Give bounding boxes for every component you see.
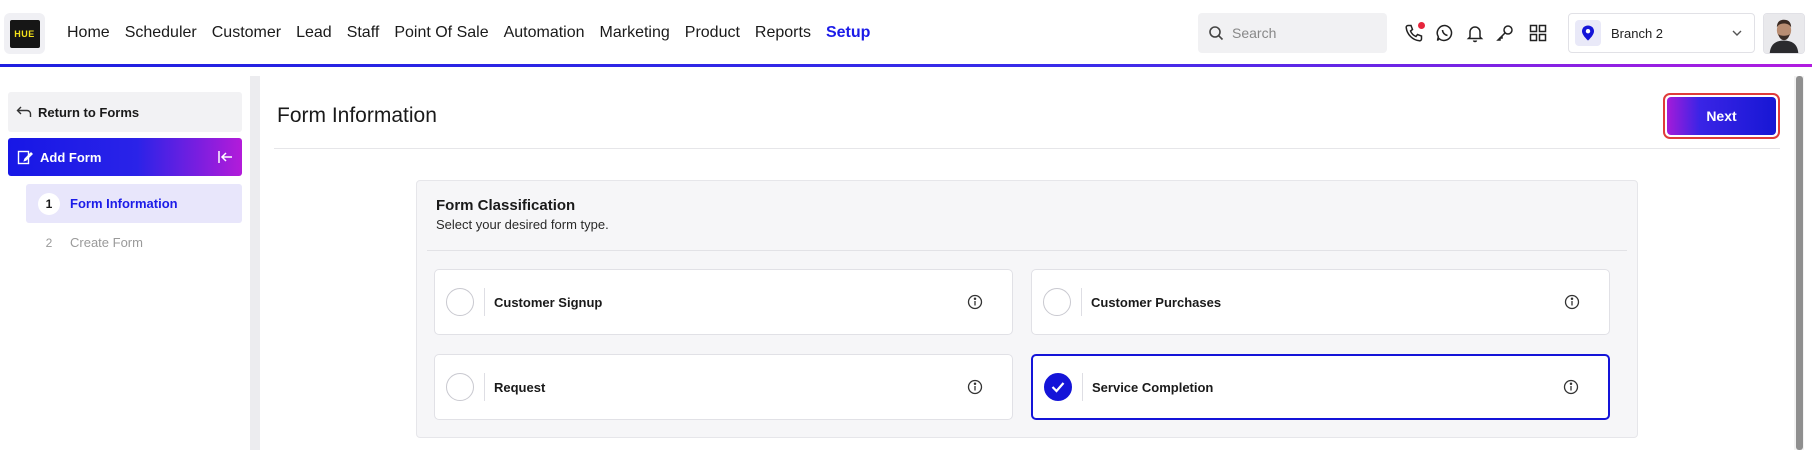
search-input[interactable] [1232, 25, 1382, 41]
user-avatar-icon [1764, 14, 1804, 53]
brand-logo[interactable]: HUE [4, 13, 45, 54]
nav-item-home[interactable]: Home [67, 22, 110, 44]
nav-item-point-of-sale[interactable]: Point Of Sale [394, 22, 488, 44]
checkmark-icon [1051, 382, 1065, 393]
search-icon [1209, 26, 1224, 41]
notification-dot [1418, 22, 1425, 29]
return-to-forms-label: Return to Forms [38, 104, 140, 120]
page-title: Form Information [277, 104, 437, 127]
option-separator [1082, 373, 1083, 401]
search-box[interactable] [1198, 13, 1387, 53]
next-button[interactable]: Next [1663, 93, 1780, 139]
info-icon[interactable] [1563, 379, 1579, 395]
logo-text: HUE [14, 28, 35, 39]
sidebar-divider [250, 76, 260, 450]
classification-subtitle: Select your desired form type. [436, 217, 609, 232]
step-label: Form Information [70, 196, 178, 211]
nav-item-lead[interactable]: Lead [296, 22, 332, 44]
info-icon[interactable] [1564, 294, 1580, 310]
step-number: 1 [38, 192, 60, 215]
option-customer-purchases[interactable]: Customer Purchases [1031, 269, 1610, 335]
logo-mark: HUE [9, 19, 40, 48]
option-label: Customer Signup [494, 294, 603, 310]
option-customer-signup[interactable]: Customer Signup [434, 269, 1013, 335]
next-button-label: Next [1667, 97, 1776, 135]
nav-item-scheduler[interactable]: Scheduler [125, 22, 197, 44]
branch-selector[interactable]: Branch 2 [1568, 13, 1755, 53]
nav-item-product[interactable]: Product [685, 22, 740, 44]
nav-item-automation[interactable]: Automation [504, 22, 585, 44]
return-arrow-icon [16, 106, 32, 117]
nav-item-marketing[interactable]: Marketing [600, 22, 670, 44]
card-divider [427, 250, 1627, 251]
whatsapp-icon[interactable] [1434, 22, 1456, 44]
collapse-sidebar-icon[interactable] [217, 149, 233, 165]
option-radio-checked[interactable] [1044, 373, 1072, 401]
sidebar: Return to Forms Add Form 1 Form Informat… [0, 76, 251, 450]
option-radio[interactable] [446, 373, 474, 401]
location-pin-icon [1575, 20, 1601, 46]
nav-item-reports[interactable]: Reports [755, 22, 811, 44]
step-number: 2 [45, 235, 53, 250]
option-radio[interactable] [1043, 288, 1071, 316]
form-classification-card: Form Classification Select your desired … [416, 180, 1638, 438]
option-service-completion[interactable]: Service Completion [1031, 354, 1610, 420]
step-label: Create Form [70, 235, 143, 250]
avatar[interactable] [1763, 13, 1805, 54]
nav-item-staff[interactable]: Staff [347, 22, 380, 44]
classification-title: Form Classification [436, 197, 576, 214]
option-separator [484, 288, 485, 316]
option-separator [1081, 288, 1082, 316]
option-label: Request [494, 379, 546, 395]
main-nav: Home Scheduler Customer Lead Staff Point… [67, 22, 885, 44]
option-label: Customer Purchases [1091, 294, 1222, 310]
option-label: Service Completion [1092, 379, 1214, 395]
step-create-form[interactable]: 2 Create Form [26, 223, 242, 262]
info-icon[interactable] [967, 294, 983, 310]
option-request[interactable]: Request [434, 354, 1013, 420]
top-bar-accent-line [0, 64, 1812, 67]
edit-form-icon [17, 150, 33, 165]
nav-item-setup[interactable]: Setup [826, 22, 870, 44]
step-form-information[interactable]: 1 Form Information [26, 184, 242, 223]
option-radio[interactable] [446, 288, 474, 316]
bell-icon[interactable] [1464, 22, 1486, 44]
add-form-label: Add Form [40, 149, 102, 165]
scrollbar-thumb[interactable] [1796, 76, 1803, 450]
chevron-down-icon [1732, 30, 1742, 36]
add-form-section-header: Add Form [8, 138, 242, 176]
info-icon[interactable] [967, 379, 983, 395]
branch-label: Branch 2 [1611, 25, 1664, 41]
phone-icon[interactable] [1403, 22, 1425, 44]
return-to-forms-button[interactable]: Return to Forms [8, 92, 242, 132]
nav-item-customer[interactable]: Customer [212, 22, 281, 44]
option-separator [484, 373, 485, 401]
main-content: Form Information Next Form Classificatio… [260, 76, 1794, 450]
grid-icon[interactable] [1527, 22, 1549, 44]
top-bar: HUE Home Scheduler Customer Lead Staff P… [0, 0, 1812, 66]
key-icon[interactable] [1494, 22, 1516, 44]
title-divider [274, 148, 1780, 149]
